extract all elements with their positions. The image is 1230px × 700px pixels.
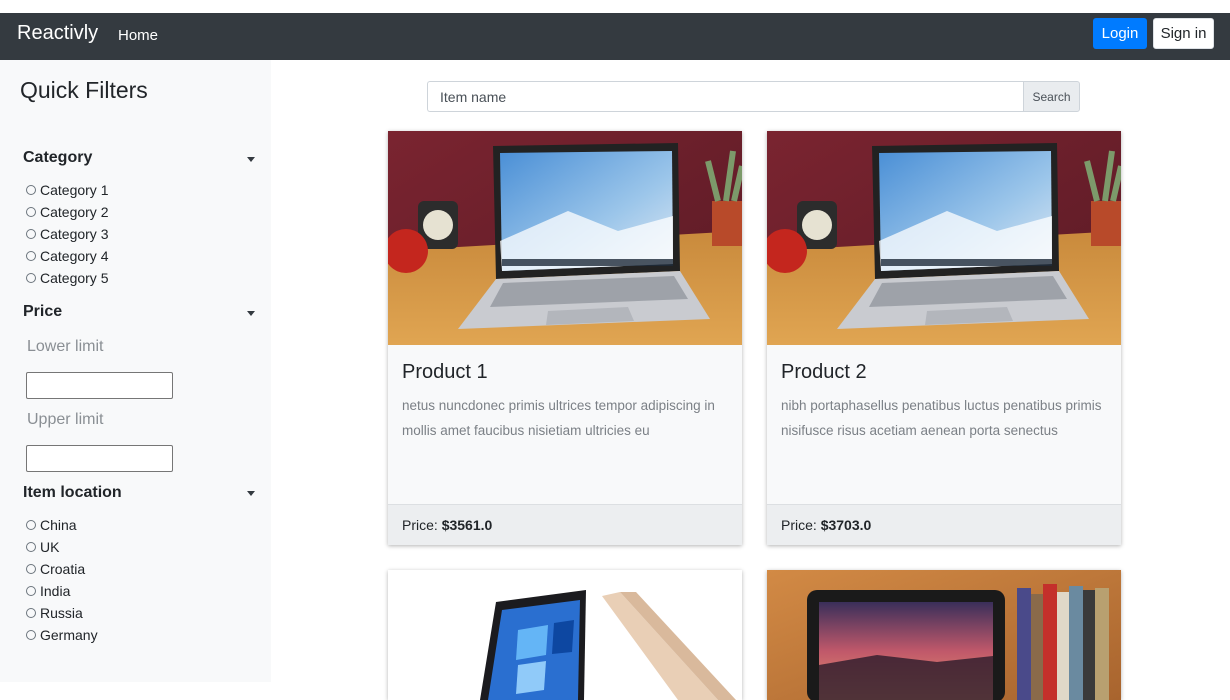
category-heading[interactable]: Category (23, 149, 92, 167)
price-caret-down-icon[interactable] (247, 311, 255, 316)
product-image[interactable] (767, 131, 1121, 345)
category-option[interactable]: Category 5 (26, 270, 108, 286)
price-value: $3703.0 (820, 517, 872, 533)
search-button[interactable]: Search (1023, 81, 1080, 112)
sign-in-button[interactable]: Sign in (1153, 18, 1214, 49)
radio-circle-icon[interactable] (26, 542, 36, 552)
upper-limit-label: Upper limit (27, 411, 104, 428)
item-location-heading[interactable]: Item location (23, 484, 122, 502)
brand-logo[interactable]: Reactivly (17, 22, 98, 45)
radio-circle-icon[interactable] (26, 630, 36, 640)
item-location-caret-down-icon[interactable] (247, 491, 255, 496)
radio-circle-icon[interactable] (26, 586, 36, 596)
product-description: nibh portaphasellus penatibus luctus pen… (781, 398, 1102, 438)
category-option[interactable]: Category 1 (26, 182, 108, 198)
product-image[interactable] (388, 131, 742, 345)
product-footer: Price: $3561.0 (388, 504, 742, 545)
radio-circle-icon[interactable] (26, 251, 36, 261)
price-row: Price: $3703.0 (781, 517, 872, 533)
category-option[interactable]: Category 4 (26, 248, 108, 264)
radio-circle-icon[interactable] (26, 273, 36, 283)
radio-circle-icon[interactable] (26, 207, 36, 217)
price-heading[interactable]: Price (23, 303, 62, 321)
login-button[interactable]: Login (1093, 18, 1147, 49)
product-card[interactable] (388, 570, 742, 700)
product-card[interactable]: Product 1 netus nuncdonec primis ultrice… (388, 131, 742, 545)
product-description: netus nuncdonec primis ultrices tempor a… (402, 398, 715, 438)
product-card[interactable] (767, 570, 1121, 700)
radio-circle-icon[interactable] (26, 564, 36, 574)
product-card[interactable]: Product 2 nibh portaphasellus penatibus … (767, 131, 1121, 545)
navbar: Reactivly Home Login Sign in (0, 13, 1230, 60)
upper-limit-input[interactable] (26, 445, 173, 472)
location-option[interactable]: Croatia (26, 561, 85, 577)
radio-circle-icon[interactable] (26, 185, 36, 195)
radio-circle-icon[interactable] (26, 520, 36, 530)
price-value: $3561.0 (441, 517, 493, 533)
location-option[interactable]: UK (26, 539, 59, 555)
category-option[interactable]: Category 3 (26, 226, 108, 242)
product-image[interactable] (388, 570, 742, 700)
location-option[interactable]: Germany (26, 627, 98, 643)
location-option[interactable]: Russia (26, 605, 83, 621)
product-title[interactable]: Product 2 (781, 361, 867, 384)
lower-limit-label: Lower limit (27, 338, 104, 355)
price-row: Price: $3561.0 (402, 517, 493, 533)
nav-home-link[interactable]: Home (118, 27, 158, 44)
radio-circle-icon[interactable] (26, 229, 36, 239)
location-option[interactable]: India (26, 583, 70, 599)
lower-limit-input[interactable] (26, 372, 173, 399)
item-name-search-input[interactable] (427, 81, 1035, 112)
product-footer: Price: $3703.0 (767, 504, 1121, 545)
sidebar-title: Quick Filters (20, 77, 148, 103)
product-image[interactable] (767, 570, 1121, 700)
radio-circle-icon[interactable] (26, 608, 36, 618)
category-option[interactable]: Category 2 (26, 204, 108, 220)
search-bar: Search (427, 81, 1080, 112)
product-title[interactable]: Product 1 (402, 361, 488, 384)
category-caret-down-icon[interactable] (247, 157, 255, 162)
location-option[interactable]: China (26, 517, 77, 533)
quick-filters-sidebar: Quick Filters Category Category 1 Catego… (0, 60, 271, 682)
